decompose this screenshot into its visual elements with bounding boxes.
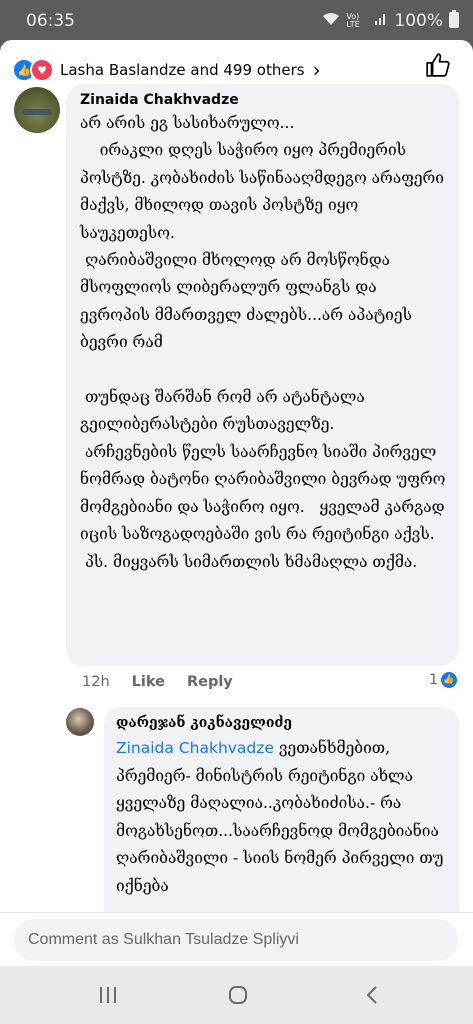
comments-sheet: 👍 ♥ Lasha Baslandze and 499 others › Zin…	[0, 40, 473, 966]
reply-text: Zinaida Chakhvadze ვეთანხმებით, პრემიერ-…	[116, 735, 449, 900]
comment-time: 12h	[82, 674, 110, 690]
recent-apps-icon[interactable]	[88, 982, 128, 1008]
chevron-right-icon: ›	[312, 58, 321, 82]
reply-button[interactable]: Reply	[187, 674, 233, 690]
comment-text: არ არის ეგ სასიხარულო... ირაკლი დღეს საჭ…	[80, 114, 446, 571]
reply-author[interactable]: დარეჯან კიკნაველიძე	[116, 715, 449, 731]
status-right: Vo) LTE 100%	[322, 10, 459, 32]
mention-link[interactable]: Zinaida Chakhvadze	[116, 739, 274, 757]
system-nav-bar	[0, 966, 473, 1024]
reactions-text: Lasha Baslandze and 499 others	[60, 61, 305, 79]
comment-composer: Comment as Sulkhan Tsuladze Spliyvi	[0, 912, 473, 966]
like-post-icon[interactable]	[425, 52, 451, 78]
like-count-number: 1	[429, 672, 438, 688]
home-icon[interactable]	[218, 982, 258, 1008]
network-label: Vo) LTE	[346, 12, 360, 29]
love-icon: ♥	[30, 58, 54, 82]
signal-icon	[374, 12, 388, 30]
battery-label: 100%	[394, 11, 443, 31]
avatar[interactable]	[14, 87, 60, 133]
comment-bubble: Zinaida Chakhvadze არ არის ეგ სასიხარულო…	[66, 84, 459, 666]
battery-icon	[449, 10, 459, 32]
comment-input[interactable]: Comment as Sulkhan Tsuladze Spliyvi	[14, 919, 458, 961]
comment-author[interactable]: Zinaida Chakhvadze	[80, 92, 447, 108]
status-bar: 06:35 Vo) LTE 100%	[0, 0, 473, 40]
back-icon[interactable]	[352, 982, 392, 1008]
like-button[interactable]: Like	[132, 674, 165, 690]
wifi-icon	[322, 12, 340, 30]
reply-body: ვეთანხმებით, პრემიერ- მინისტრის რეიტინგი…	[116, 739, 449, 895]
comment-like-count[interactable]: 1 👍	[429, 672, 457, 688]
like-icon: 👍	[441, 672, 457, 688]
comment-actions: 12h Like Reply	[82, 674, 233, 690]
status-time: 06:35	[26, 11, 75, 31]
avatar[interactable]	[66, 708, 94, 736]
